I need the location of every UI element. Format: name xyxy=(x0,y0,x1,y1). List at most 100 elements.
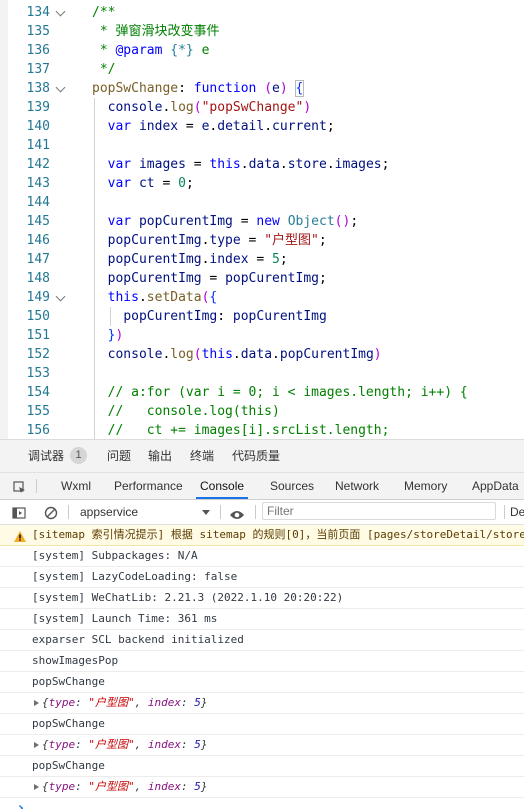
console-message-text: popSwChange xyxy=(32,717,105,730)
code-token: ) xyxy=(303,100,312,115)
code-text: popCurentImg.index = 5; xyxy=(92,250,288,269)
line-number: 135 xyxy=(26,24,50,39)
code-line: 156 // ct += images[i].srcList.length; xyxy=(0,421,524,439)
line-number: 153 xyxy=(26,366,50,381)
code-token: . xyxy=(264,119,273,134)
fold-chevron-icon[interactable] xyxy=(55,82,66,93)
panel-tab-bar: 调试器 1 问题 输出 终端 代码质量 xyxy=(0,440,524,473)
code-token: images xyxy=(138,157,186,172)
code-editor[interactable]: 134/** 135 * 弹窗滑块改变事件 136 * @param {*} e 13… xyxy=(0,0,524,439)
object-token: { xyxy=(42,780,49,793)
code-token: popCurentImg xyxy=(232,309,327,324)
code-token: : xyxy=(178,81,194,96)
dropdown-arrow-icon xyxy=(202,510,210,515)
expand-arrow-icon[interactable] xyxy=(34,784,39,790)
code-text: // ct += images[i].srcList.length; xyxy=(92,421,390,439)
line-number: 149 xyxy=(26,290,50,305)
console-warning: [sitemap 索引情况提示] 根据 sitemap 的规则[0]，当前页面 … xyxy=(0,525,524,546)
object-token: type xyxy=(48,780,76,793)
code-token: ) xyxy=(373,347,382,362)
expand-arrow-icon[interactable] xyxy=(34,742,39,748)
tab-code-quality[interactable]: 代码质量 xyxy=(232,440,280,472)
code-token: . xyxy=(138,290,147,305)
object-token: index xyxy=(147,696,181,709)
code-text: var images = this.data.store.images; xyxy=(92,155,390,174)
code-line: 149 this.setData({ xyxy=(0,288,524,307)
tab-sources[interactable]: Sources xyxy=(270,473,314,499)
show-sidebar-icon[interactable] xyxy=(12,505,26,519)
console-message-text: [sitemap 索引情况提示] 根据 sitemap 的规则[0]，当前页面 … xyxy=(32,528,524,541)
code-token: var xyxy=(107,176,132,191)
object-token: "户型图" xyxy=(88,696,135,709)
filter-input[interactable] xyxy=(262,502,496,520)
code-token: "popSwChange" xyxy=(201,100,304,115)
code-line: 134 /** xyxy=(0,3,524,22)
console-message: exparser SCL backend initialized xyxy=(0,630,524,651)
tab-wxml[interactable]: Wxml xyxy=(61,473,91,499)
code-text: // a:for (var i = 0; i < images.length; … xyxy=(92,383,468,402)
log-levels-select[interactable]: De xyxy=(510,500,524,524)
console-message: showImagesPop xyxy=(0,651,524,672)
object-token: { xyxy=(42,696,49,709)
code-token: = xyxy=(248,252,273,267)
console-message: [system] WeChatLib: 2.21.3 (2022.1.10 20… xyxy=(0,588,524,609)
code-text: * 弹窗滑块改变事件 xyxy=(92,22,220,41)
tab-output[interactable]: 输出 xyxy=(148,440,172,472)
line-number: 134 xyxy=(26,5,50,20)
code-line: 139 console.log("popSwChange") xyxy=(0,98,524,117)
code-line: 138 popSwChange: function (e) { xyxy=(0,79,524,98)
code-token: type xyxy=(209,233,241,248)
code-token: ; xyxy=(350,214,359,229)
tab-console[interactable]: Console xyxy=(196,473,249,499)
object-token: 5 xyxy=(194,738,201,751)
object-token: "户型图" xyxy=(88,780,135,793)
console-object-entry[interactable]: {type: "户型图", index: 5} xyxy=(0,777,524,798)
context-select[interactable]: appservice xyxy=(78,500,216,524)
code-text: popSwChange: function (e) { xyxy=(92,79,305,98)
code-token: . xyxy=(279,157,288,172)
code-token: var xyxy=(107,214,132,229)
console-object-entry[interactable]: {type: "户型图", index: 5} xyxy=(0,735,524,756)
code-token: // console.log(this) xyxy=(92,404,280,419)
code-token: e xyxy=(193,43,210,58)
code-token: . xyxy=(272,347,280,362)
tab-problems[interactable]: 问题 xyxy=(107,440,131,472)
inspect-element-icon[interactable] xyxy=(13,479,26,493)
console-message-text: [system] LazyCodeLoading: false xyxy=(32,570,238,583)
tab-debugger-label: 调试器 xyxy=(28,449,65,463)
object-token: } xyxy=(200,696,208,709)
code-text: var ct = 0; xyxy=(92,174,194,193)
code-token: log xyxy=(170,347,194,362)
eye-icon[interactable] xyxy=(229,506,245,519)
console-object-entry[interactable]: {type: "户型图", index: 5} xyxy=(0,693,524,714)
code-token: data xyxy=(248,157,280,172)
code-token: = xyxy=(154,176,179,191)
tab-debugger[interactable]: 调试器 1 xyxy=(28,440,88,472)
code-token: // a:for (var i = 0; i < images.length; … xyxy=(92,385,468,400)
code-text: console.log(this.data.popCurentImg) xyxy=(92,345,382,364)
expand-arrow-icon[interactable] xyxy=(34,700,39,706)
object-token: : xyxy=(181,780,195,793)
code-text: popCurentImg = popCurentImg; xyxy=(92,269,327,288)
toolbar-divider xyxy=(220,505,221,519)
object-token: type xyxy=(48,738,76,751)
tab-network[interactable]: Network xyxy=(335,473,379,499)
code-token: console xyxy=(107,347,163,362)
clear-console-icon[interactable] xyxy=(44,505,58,520)
toolbar-divider xyxy=(255,505,256,519)
code-token: e xyxy=(272,81,280,96)
tab-terminal[interactable]: 终端 xyxy=(190,440,214,472)
fold-chevron-icon[interactable] xyxy=(55,291,66,302)
tab-performance[interactable]: Performance xyxy=(114,473,183,499)
line-number: 141 xyxy=(26,138,50,153)
fold-chevron-icon[interactable] xyxy=(55,6,66,17)
tab-appdata[interactable]: AppData xyxy=(472,473,519,499)
tab-memory[interactable]: Memory xyxy=(404,473,447,499)
code-token: * xyxy=(92,43,116,58)
code-token: ; xyxy=(185,176,194,191)
